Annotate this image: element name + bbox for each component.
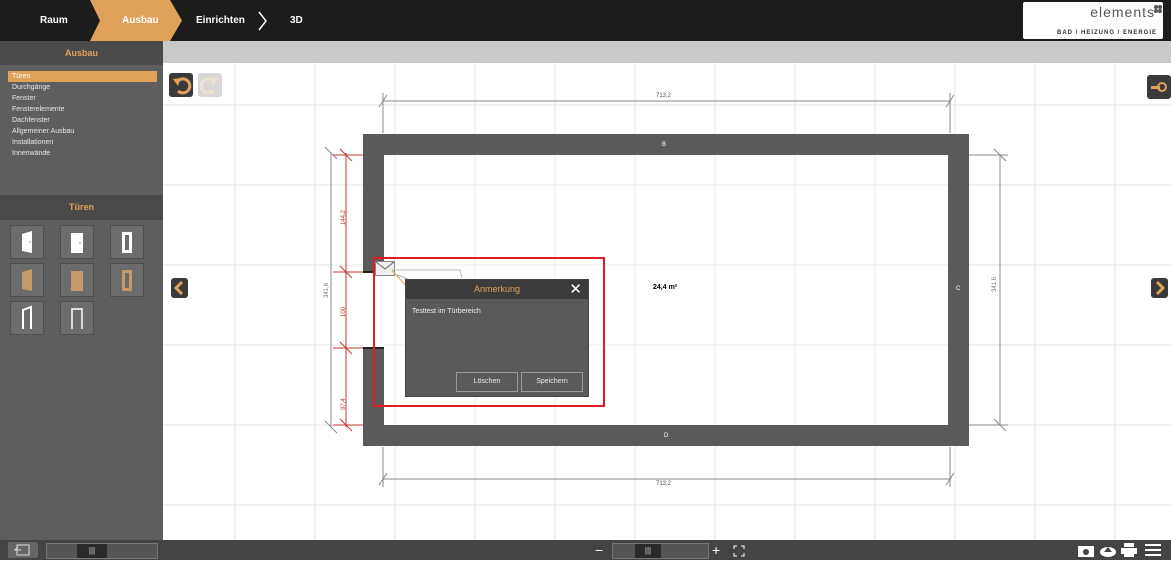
door-white-center[interactable] — [60, 225, 94, 259]
chevron-right-icon — [1155, 280, 1166, 296]
room-area: 24,4 m² — [653, 284, 678, 291]
canvas-header-strip — [163, 41, 1171, 63]
sidebar-item-durchgaenge[interactable]: Durchgänge — [0, 82, 163, 93]
sidebar: Ausbau Türen Durchgänge Fenster Fenstere… — [0, 41, 163, 540]
door-passage-frame[interactable] — [60, 301, 94, 335]
dimension-left-b-label: 100 — [341, 306, 347, 317]
step-ausbau[interactable]: Ausbau — [122, 0, 159, 41]
sidebar-item-installationen[interactable]: Installationen — [0, 137, 163, 148]
floorplan-drawing — [163, 63, 1171, 540]
chevron-left-icon — [173, 280, 184, 296]
dimension-left-total-label: 341,6 — [324, 282, 330, 298]
wall-label-c: C — [956, 286, 961, 292]
sidebar-item-fenster[interactable]: Fenster — [0, 93, 163, 104]
door-wood-left[interactable] — [10, 263, 44, 297]
door-white-left[interactable] — [10, 225, 44, 259]
sidebar-section-title: Ausbau — [0, 41, 163, 65]
step-einrichten[interactable]: Einrichten — [196, 0, 245, 41]
scrollbar-thumb[interactable]: ||| — [77, 544, 107, 558]
dimension-left-c-label: 97,4 — [341, 398, 347, 410]
sidebar-menu: Türen Durchgänge Fenster Fensterelemente… — [0, 65, 163, 159]
bottom-toolbar: ||| − ||| + — [0, 540, 1171, 560]
step-raum[interactable]: Raum — [40, 0, 68, 41]
pan-left-button[interactable] — [171, 278, 188, 298]
wall-label-b: B — [662, 142, 667, 148]
sidebar-item-allgemeiner-ausbau[interactable]: Allgemeiner Ausbau — [0, 126, 163, 137]
printer-icon — [1121, 543, 1137, 557]
doors-section-title: Türen — [0, 195, 163, 220]
dimension-right-label: 341,6 — [992, 276, 998, 292]
door-wood-frame[interactable] — [110, 263, 144, 297]
sidebar-item-tueren[interactable]: Türen — [8, 71, 157, 82]
brand-mark-icon — [1154, 5, 1162, 13]
redo-icon — [199, 77, 218, 95]
door-white-frame[interactable] — [110, 225, 144, 259]
zoom-slider[interactable]: ||| — [612, 543, 709, 559]
hamburger-menu-icon — [1145, 544, 1161, 556]
measure-button[interactable] — [1147, 75, 1171, 99]
step-3d[interactable]: 3D — [290, 0, 303, 41]
dimension-right — [969, 148, 1008, 432]
wall-label-d: D — [664, 433, 669, 439]
door-passage-open[interactable] — [10, 301, 44, 335]
sidebar-item-fensterelemente[interactable]: Fensterelemente — [0, 104, 163, 115]
dimension-left-segments — [333, 148, 363, 432]
cloud-upload-icon — [1100, 547, 1116, 557]
horizontal-scrollbar[interactable]: ||| — [46, 543, 158, 559]
zoom-in-button[interactable]: + — [712, 541, 720, 559]
dimension-bottom-label: 713,2 — [656, 481, 672, 487]
pan-right-button[interactable] — [1151, 278, 1168, 298]
sidebar-item-dachfenster[interactable]: Dachfenster — [0, 115, 163, 126]
undo-button[interactable] — [169, 73, 193, 97]
brand-name: elements — [1090, 4, 1155, 20]
undo-icon — [173, 77, 192, 95]
fit-view-button[interactable] — [733, 544, 745, 562]
brand-logo: elements BAD / HEIZUNG / ENERGIE — [1023, 2, 1163, 39]
brand-subtitle: BAD / HEIZUNG / ENERGIE — [1056, 30, 1157, 36]
exit-icon — [13, 544, 30, 556]
fullscreen-icon — [733, 545, 745, 557]
dimension-left-a-label: 144,2 — [341, 209, 347, 225]
highlight-box — [373, 257, 605, 407]
tape-measure-icon — [1151, 82, 1167, 92]
zoom-thumb[interactable]: ||| — [635, 544, 661, 558]
dimension-top-label: 713,2 — [656, 93, 672, 99]
exit-button[interactable] — [8, 542, 38, 558]
top-navigation-bar: Raum Ausbau Einrichten 3D elements BAD /… — [0, 0, 1171, 41]
redo-button[interactable] — [198, 73, 222, 97]
door-wood-center[interactable] — [60, 263, 94, 297]
sidebar-item-innenwaende[interactable]: Innenwände — [0, 148, 163, 159]
camera-icon — [1078, 546, 1094, 557]
zoom-out-button[interactable]: − — [595, 541, 603, 559]
chevron-right-icon — [258, 11, 267, 31]
dimension-top — [378, 93, 955, 133]
